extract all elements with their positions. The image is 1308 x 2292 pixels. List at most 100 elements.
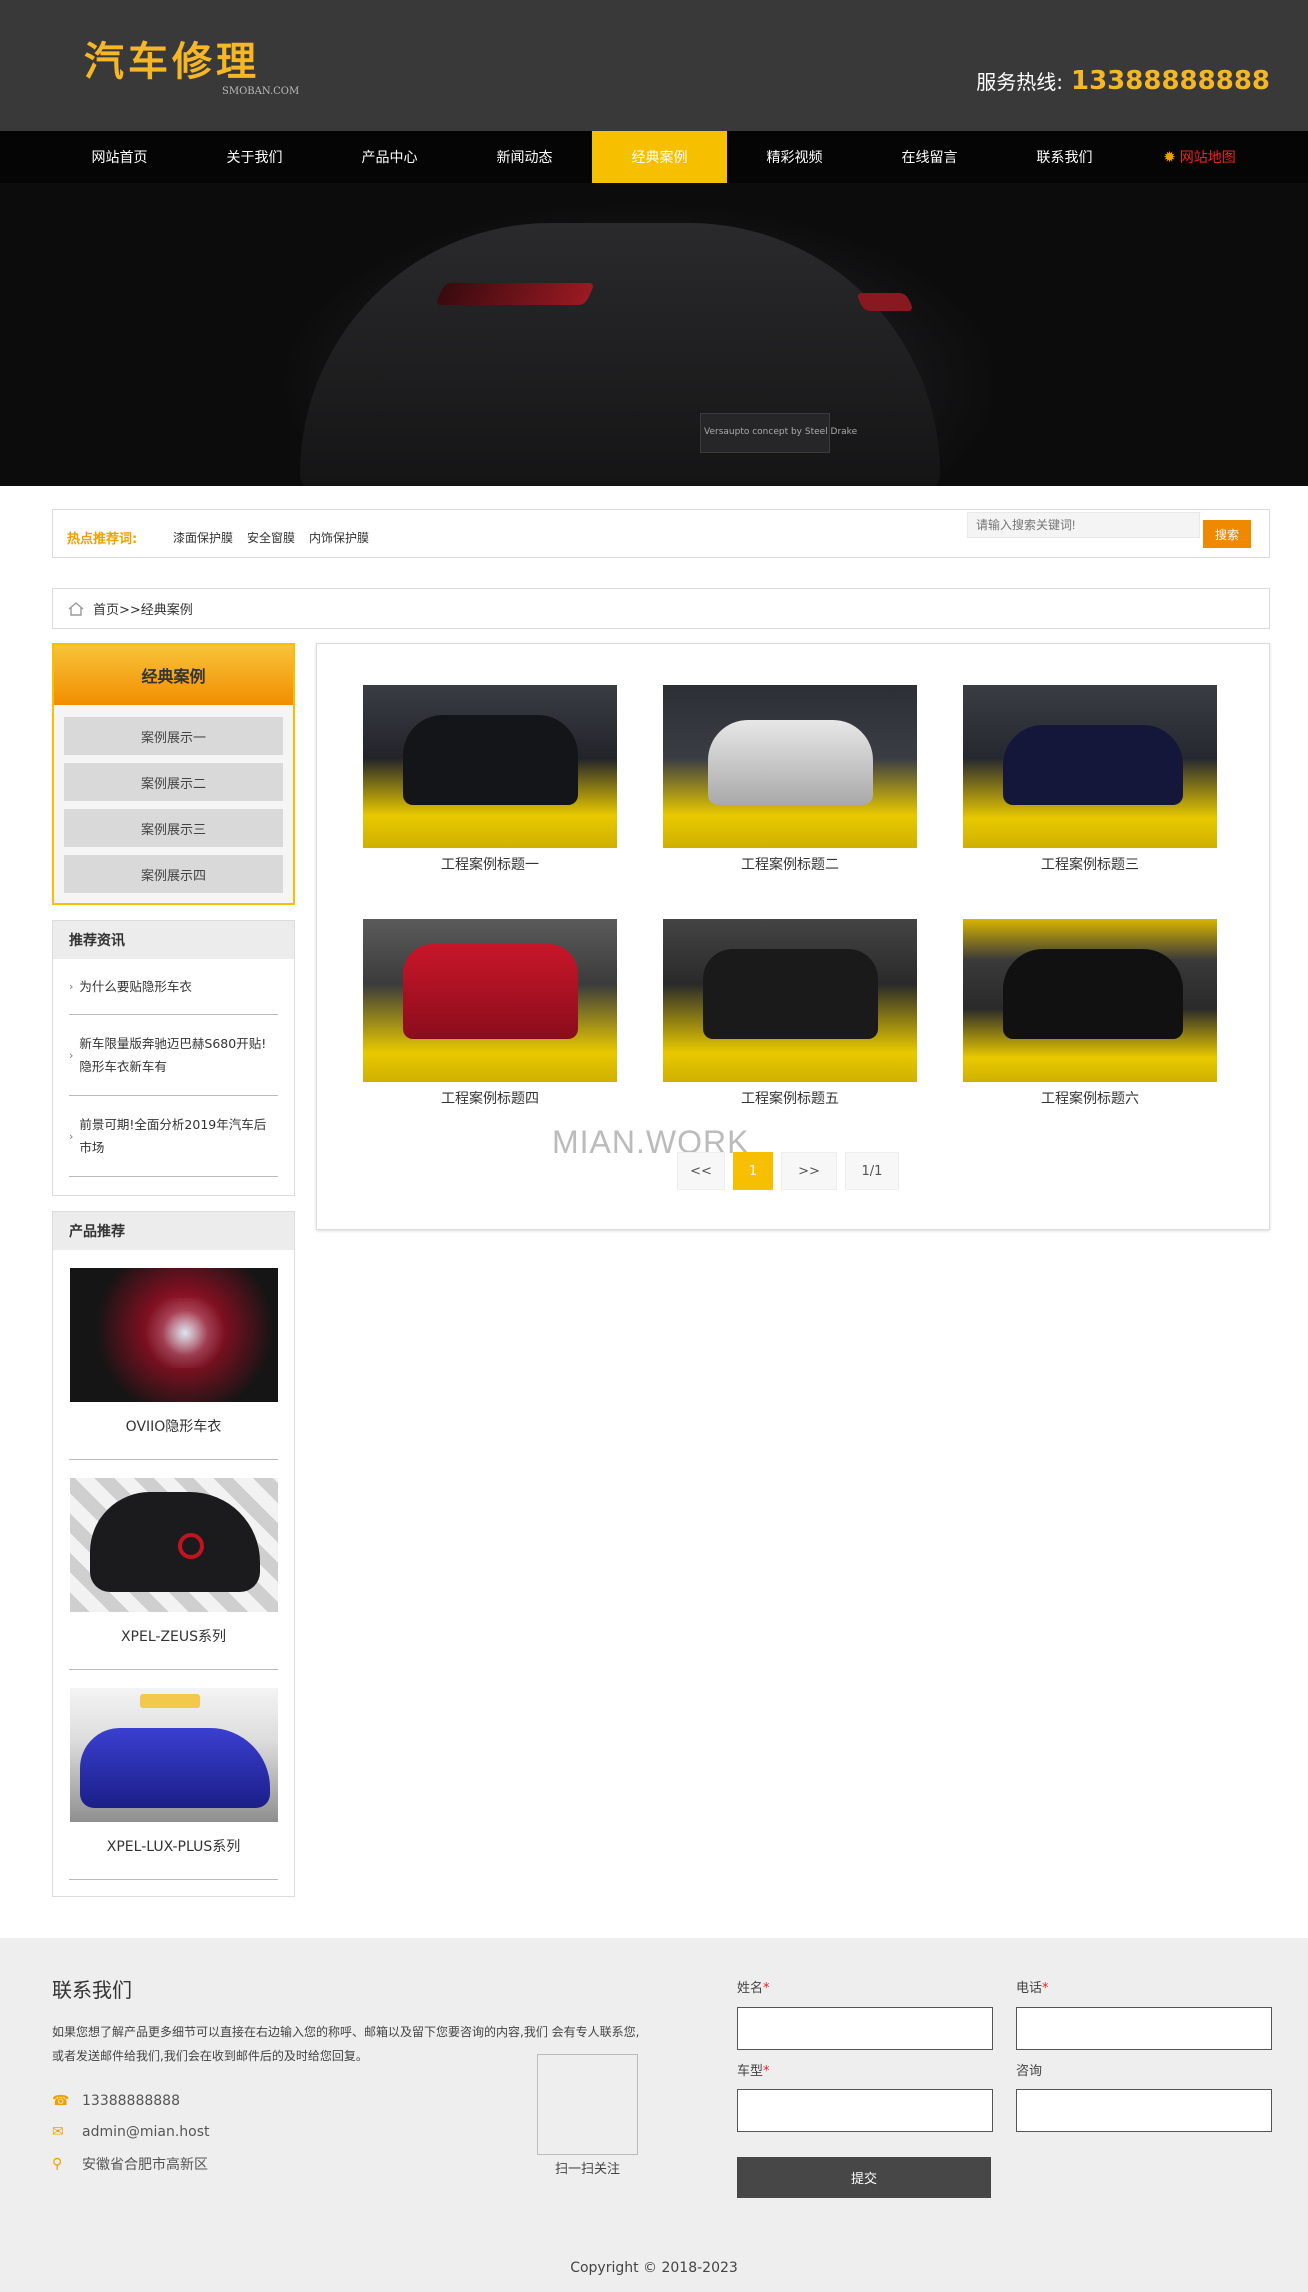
product-card[interactable]: XPEL-ZEUS系列 [69,1460,278,1670]
recommended-news-panel: 推荐资讯 › 为什么要贴隐形车衣 › 新车限量版奔驰迈巴赫S680开贴!隐形车衣新车… [52,920,295,1196]
case-card[interactable]: 工程案例标题六 [963,919,1217,1108]
case-title: 工程案例标题二 [741,857,839,873]
product-image [69,1688,278,1822]
qr-code-image [537,2054,638,2155]
pagination-current-page[interactable]: 1 [733,1152,773,1190]
hotline-number: 13388888888 [1071,66,1270,96]
product-image [69,1268,278,1402]
case-menu-item[interactable]: 案例展示二 [64,763,283,801]
footer-email: ✉ admin@mian.host [52,2124,210,2140]
banner-car-image [300,223,940,486]
case-card[interactable]: 工程案例标题三 [963,685,1217,874]
pagination-prev[interactable]: << [677,1152,725,1190]
nav-item-products[interactable]: 产品中心 [322,131,457,183]
nav-item-message[interactable]: 在线留言 [862,131,997,183]
case-title: 工程案例标题一 [441,857,539,873]
footer-phone: ☎ 13388888888 [52,2093,180,2109]
hot-keyword-link[interactable]: 内饰保护膜 [309,529,369,546]
case-card[interactable]: 工程案例标题二 [663,685,917,874]
case-card[interactable]: 工程案例标题一 [363,685,617,874]
home-icon [68,601,84,616]
recommended-news-title: 推荐资讯 [53,921,294,959]
news-item[interactable]: › 为什么要贴隐形车衣 [69,959,278,1015]
nav-item-news[interactable]: 新闻动态 [457,131,592,183]
hero-banner: Versaupto concept by Steel Drake [0,183,1308,486]
search-input[interactable] [967,512,1200,538]
case-menu-item[interactable]: 案例展示一 [64,717,283,755]
case-card[interactable]: 工程案例标题五 [663,919,917,1108]
case-image [363,685,617,848]
hot-keywords-bar: 热点推荐词: 漆面保护膜 安全窗膜 内饰保护膜 搜索 [52,509,1270,558]
phone-field[interactable] [1016,2007,1272,2050]
required-mark: * [763,2064,770,2079]
required-mark: * [763,1981,770,1996]
phone-label: 电话* [1016,1977,1049,1996]
nav-item-cases[interactable]: 经典案例 [592,131,727,183]
product-card[interactable]: OVIIO隐形车衣 [69,1250,278,1460]
product-name: XPEL-LUX-PLUS系列 [106,1839,241,1855]
sun-icon: ✹ [1163,148,1176,166]
inquiry-label-text: 咨询 [1016,2064,1043,2079]
hot-keyword-link[interactable]: 漆面保护膜 [173,529,233,546]
case-category-menu: 经典案例 案例展示一 案例展示二 案例展示三 案例展示四 [52,643,295,905]
nav-item-videos[interactable]: 精彩视频 [727,131,862,183]
recommended-products-panel: 产品推荐 OVIIO隐形车衣 XPEL-ZEUS系列 XPEL-LUX-PLUS… [52,1211,295,1897]
name-field[interactable] [737,2007,993,2050]
inquiry-label: 咨询 [1016,2060,1042,2079]
chevron-right-icon: › [69,1048,74,1062]
news-item-title: 为什么要贴隐形车衣 [79,979,192,994]
qr-code-label: 扫一扫关注 [554,2162,620,2177]
product-image [69,1478,278,1612]
news-item-title: 新车限量版奔驰迈巴赫S680开贴!隐形车衣新车有 [79,1036,267,1074]
case-menu-title: 经典案例 [54,645,293,705]
car-model-label-text: 车型 [737,2064,764,2079]
inquiry-field[interactable] [1016,2089,1272,2132]
submit-button[interactable]: 提交 [737,2157,991,2198]
case-title: 工程案例标题五 [741,1091,839,1107]
hot-keywords-list: 漆面保护膜 安全窗膜 内饰保护膜 [173,529,369,546]
logo[interactable]: 汽车修理 SMOBAN.COM [84,38,299,97]
phone-icon: ☎ [52,2093,70,2109]
hot-keyword-link[interactable]: 安全窗膜 [247,529,295,546]
site-header: 汽车修理 SMOBAN.COM 服务热线: 13388888888 [0,0,1308,131]
case-card[interactable]: 工程案例标题四 [363,919,617,1108]
chevron-right-icon: › [69,1129,74,1143]
nav-item-about[interactable]: 关于我们 [187,131,322,183]
footer: 联系我们 如果您想了解产品更多细节可以直接在右边输入您的称呼、邮箱以及留下您要咨… [0,1938,1308,2292]
nav-item-home[interactable]: 网站首页 [52,131,187,183]
required-mark: * [1042,1981,1049,1996]
case-image [963,919,1217,1082]
sidebar: 经典案例 案例展示一 案例展示二 案例展示三 案例展示四 推荐资讯 › 为什么要贴… [52,643,295,1897]
mail-icon: ✉ [52,2124,64,2140]
name-label-text: 姓名 [737,1981,764,1996]
car-headlight [434,283,596,305]
case-image [663,919,917,1082]
case-title: 工程案例标题六 [1041,1091,1139,1107]
nav-item-contact[interactable]: 联系我们 [997,131,1132,183]
news-item[interactable]: › 前景可期!全面分析2019年汽车后市场 [69,1096,278,1177]
case-menu-item[interactable]: 案例展示三 [64,809,283,847]
footer-address: ⚲ 安徽省合肥市高新区 [52,2154,208,2174]
recommended-products-title: 产品推荐 [53,1212,294,1250]
pagination-info: 1/1 [845,1152,899,1190]
case-title: 工程案例标题四 [441,1091,539,1107]
car-model-field[interactable] [737,2089,993,2132]
car-headlight [855,293,915,311]
breadcrumb-text[interactable]: 首页>>经典案例 [93,599,193,618]
main-nav: 网站首页 关于我们 产品中心 新闻动态 经典案例 精彩视频 在线留言 联系我们 … [0,131,1308,183]
nav-item-sitemap[interactable]: ✹ 网站地图 [1132,131,1267,183]
pagination: << 1 >> 1/1 [677,1152,899,1190]
logo-title: 汽车修理 [84,38,260,85]
car-plate-text: Versaupto concept by Steel Drake [704,427,858,437]
phone-label-text: 电话 [1016,1981,1043,1996]
search-button[interactable]: 搜索 [1203,520,1251,548]
case-menu-item[interactable]: 案例展示四 [64,855,283,893]
news-item[interactable]: › 新车限量版奔驰迈巴赫S680开贴!隐形车衣新车有 [69,1015,278,1096]
copyright: Copyright © 2018-2023 [570,2260,738,2276]
car-model-label: 车型* [737,2060,770,2079]
name-label: 姓名* [737,1977,770,1996]
case-grid: 工程案例标题一 工程案例标题二 工程案例标题三 工程案例标题四 工程案例标题五 … [316,643,1270,1230]
pagination-next[interactable]: >> [781,1152,837,1190]
product-card[interactable]: XPEL-LUX-PLUS系列 [69,1670,278,1880]
product-name: OVIIO隐形车衣 [125,1419,222,1435]
